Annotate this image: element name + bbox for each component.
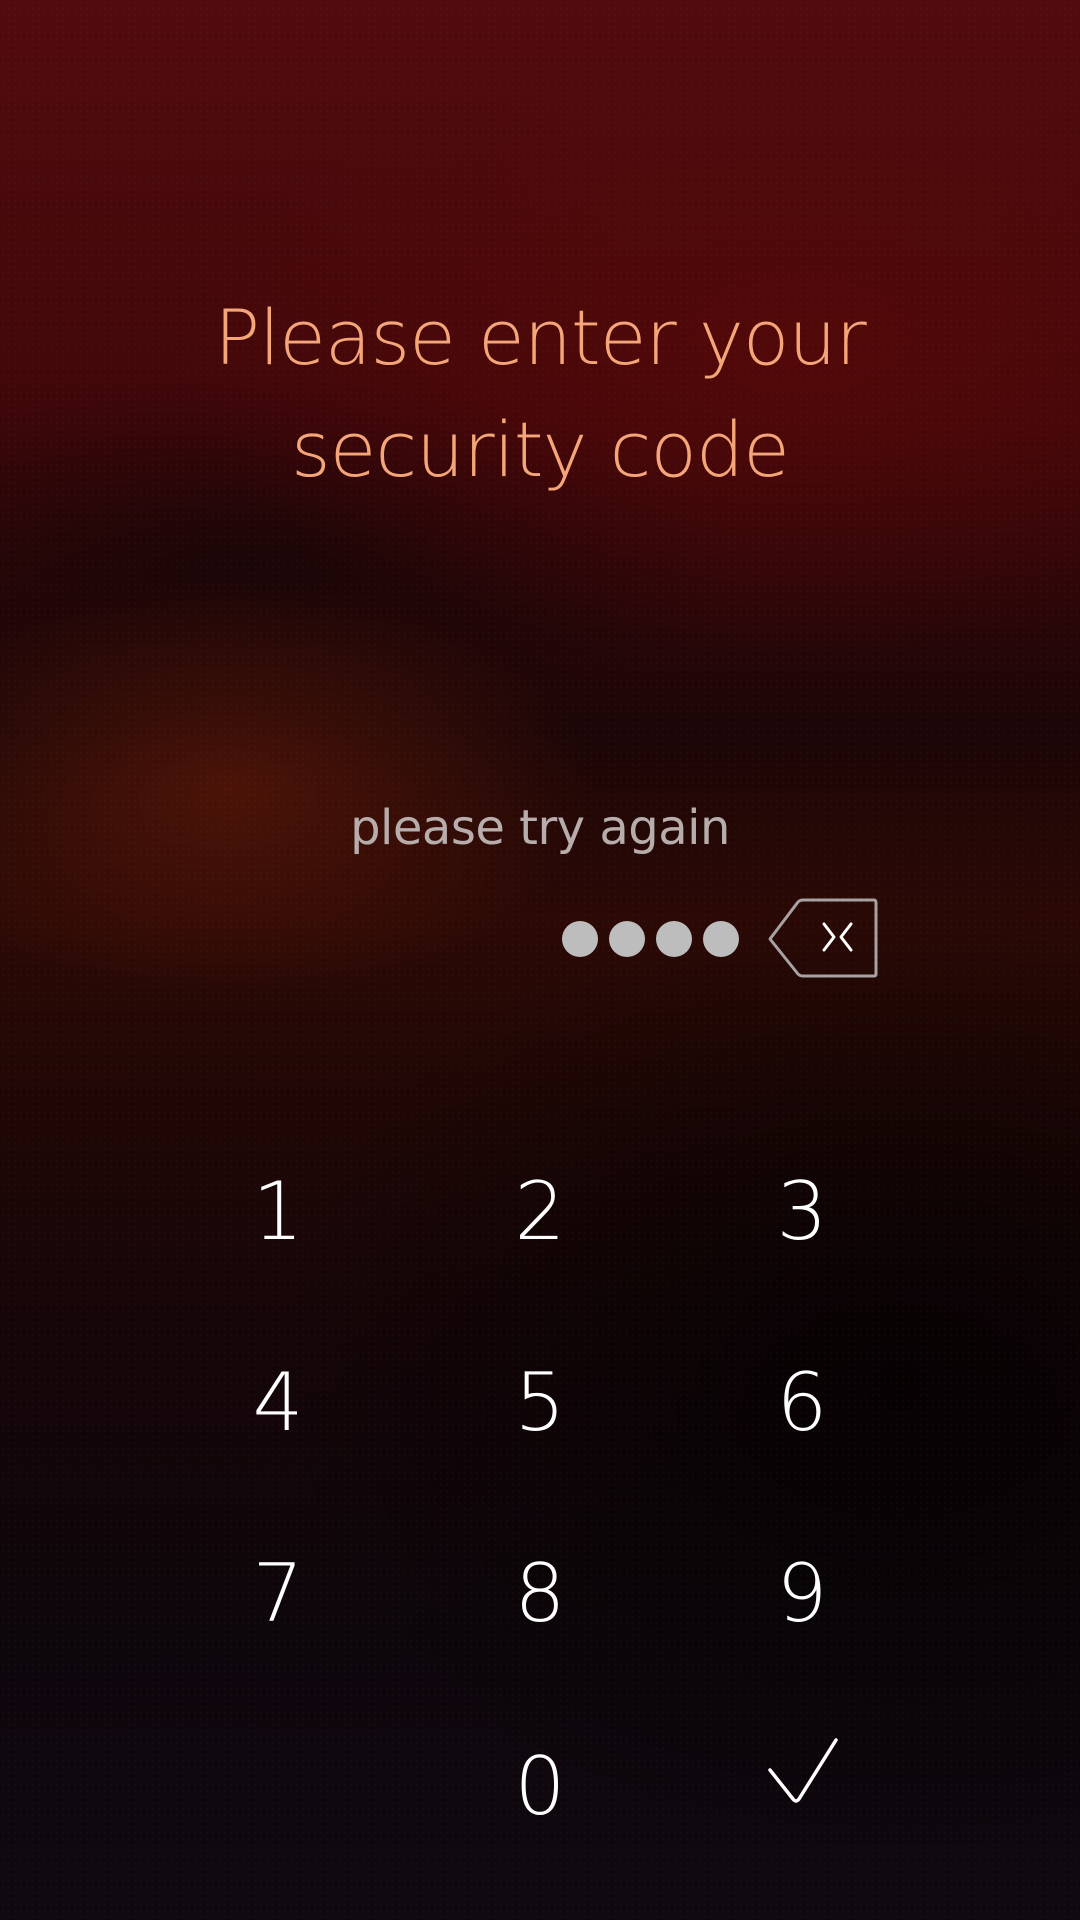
keypad-key-2[interactable]: 2 xyxy=(440,1136,640,1286)
pin-dots xyxy=(562,921,739,957)
keypad-key-8[interactable]: 8 xyxy=(440,1518,640,1668)
backspace-button[interactable] xyxy=(768,898,880,980)
keypad-key-7[interactable]: 7 xyxy=(178,1518,378,1668)
status-message: please try again xyxy=(350,800,730,856)
keypad-key-0[interactable]: 0 xyxy=(440,1711,640,1861)
keypad-key-4[interactable]: 4 xyxy=(178,1327,378,1477)
keypad-key-6[interactable]: 6 xyxy=(702,1327,902,1477)
backspace-icon xyxy=(768,898,878,978)
checkmark-icon xyxy=(768,1738,838,1803)
keypad-key-5[interactable]: 5 xyxy=(440,1327,640,1477)
keypad-key-9[interactable]: 9 xyxy=(702,1518,902,1668)
keypad-key-3[interactable]: 3 xyxy=(702,1136,902,1286)
pin-dot xyxy=(703,921,739,957)
pin-dot xyxy=(562,921,598,957)
pin-dot xyxy=(609,921,645,957)
confirm-button[interactable] xyxy=(760,1728,850,1818)
prompt-title-line-1: Please enter your xyxy=(214,293,867,382)
pin-dot xyxy=(656,921,692,957)
keypad-key-1[interactable]: 1 xyxy=(178,1136,378,1286)
prompt-title-line-2: security code xyxy=(291,405,790,494)
